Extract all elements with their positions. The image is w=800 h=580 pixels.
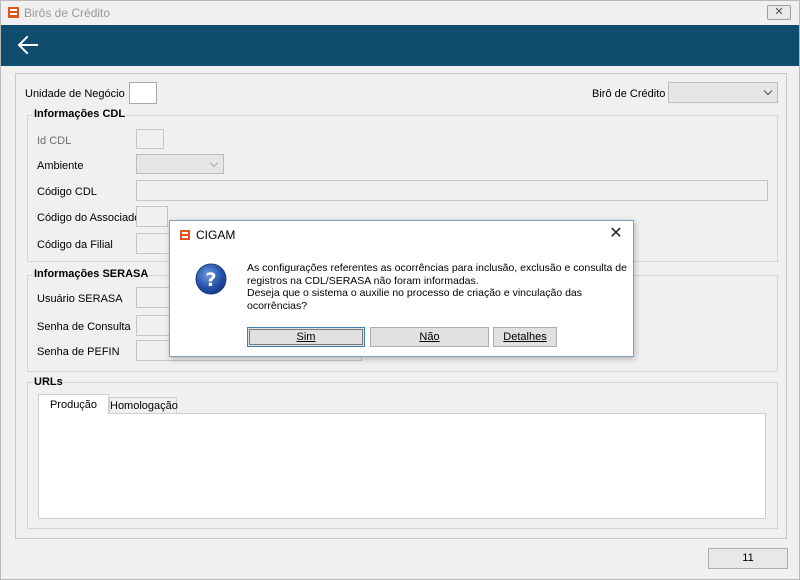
sim-button-label: Sim (296, 331, 316, 343)
chevron-down-icon (209, 158, 219, 168)
dialog-message-line: ocorrências? (247, 299, 308, 312)
question-icon: ? (195, 263, 227, 295)
codigo-associado-label: Código do Associado (37, 212, 141, 224)
svg-text:?: ? (205, 269, 216, 291)
biro-credito-select[interactable] (668, 82, 778, 103)
unidade-negocio-input[interactable] (129, 82, 157, 104)
nao-button[interactable]: Não (370, 327, 489, 347)
serasa-group-title: Informações SERASA (33, 268, 150, 280)
senha-pefin-label: Senha de PEFIN (37, 346, 120, 358)
detalhes-button-label: Detalhes (503, 331, 547, 343)
dialog-message-line: Deseja que o sistema o auxilie no proces… (247, 287, 583, 299)
ambiente-label: Ambiente (37, 160, 84, 172)
main-window: Birôs de Crédito ✕ Unidade de Negócio Bi… (0, 0, 800, 580)
id-cdl-label: Id CDL (37, 135, 72, 147)
dialog-message: As configurações referentes as ocorrênci… (247, 262, 627, 312)
cdl-group-title: Informações CDL (33, 108, 127, 120)
app-logo-icon (180, 230, 190, 240)
detalhes-button[interactable]: Detalhes (493, 327, 557, 347)
chevron-down-icon (763, 86, 773, 96)
unidade-negocio-label: Unidade de Negócio (25, 88, 125, 100)
sim-button[interactable]: Sim (247, 327, 365, 347)
codigo-cdl-input[interactable] (136, 180, 768, 201)
tab-producao[interactable]: Produção (38, 394, 109, 414)
senha-consulta-label: Senha de Consulta (37, 321, 131, 333)
ambiente-select[interactable] (136, 154, 224, 174)
codigo-cdl-label: Código CDL (37, 186, 97, 198)
dialog-title: CIGAM (196, 228, 236, 242)
cigam-dialog: CIGAM ✕ ? As configurações referentes as… (169, 220, 634, 357)
url-tab-content[interactable] (38, 413, 766, 519)
dialog-message-line: registros na CDL/SERASA não foram inform… (247, 274, 479, 287)
title-bar: Birôs de Crédito ✕ (1, 1, 799, 25)
biro-credito-label: Birô de Crédito (592, 88, 666, 100)
tab-homologacao[interactable]: Homologação (109, 397, 178, 414)
id-cdl-input[interactable] (136, 129, 164, 149)
window-title: Birôs de Crédito (24, 6, 111, 20)
nao-button-label: Não (419, 331, 440, 343)
dialog-close-button[interactable]: ✕ (607, 225, 625, 243)
header-bar (1, 25, 799, 66)
urls-group-title: URLs (33, 376, 64, 388)
back-arrow-icon[interactable] (17, 35, 39, 55)
dialog-message-line: As configurações referentes as ocorrênci… (247, 262, 627, 274)
usuario-serasa-label: Usuário SERASA (37, 293, 123, 305)
codigo-filial-label: Código da Filial (37, 239, 113, 251)
window-close-button[interactable]: ✕ (767, 5, 791, 20)
codigo-associado-input[interactable] (136, 206, 168, 227)
status-counter: 11 (708, 548, 788, 569)
app-logo-icon (8, 7, 19, 18)
